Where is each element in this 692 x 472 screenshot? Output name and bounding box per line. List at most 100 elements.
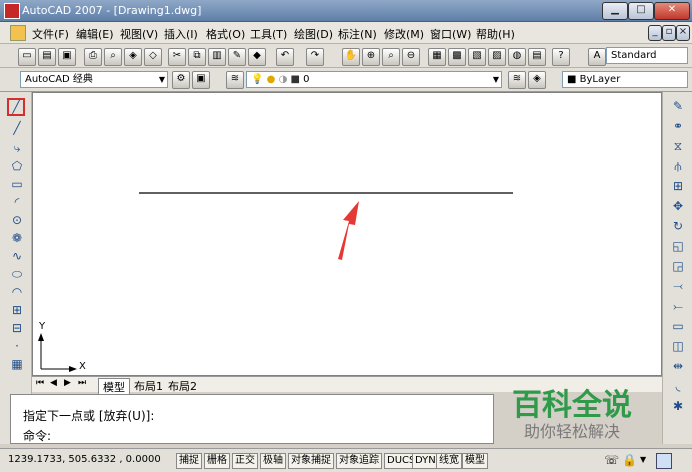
grid-toggle[interactable]: 栅格 [204, 453, 230, 469]
command-window[interactable]: 指定下一点或 [放弃(U)]: 命令: [10, 394, 494, 444]
erase-icon[interactable]: ✎ [669, 98, 687, 114]
tab-nav-prev-icon[interactable]: ◀ [50, 378, 57, 388]
zoom-previous-icon[interactable]: ⊖ [402, 48, 420, 66]
stretch-icon[interactable]: ◲ [669, 258, 687, 274]
menu-format[interactable]: 格式(O) [206, 26, 245, 42]
layer-previous-icon[interactable]: ◈ [528, 71, 546, 89]
point-icon[interactable]: · [8, 338, 26, 354]
extend-icon[interactable]: ⤚ [669, 298, 687, 314]
make-block-icon[interactable]: ⊟ [8, 320, 26, 336]
block-editor-icon[interactable]: ◆ [248, 48, 266, 66]
menu-draw[interactable]: 绘图(D) [294, 26, 333, 42]
clean-screen-icon[interactable] [656, 453, 672, 469]
tab-layout1[interactable]: 布局1 [134, 378, 163, 394]
drawing-canvas[interactable]: Y X [32, 92, 662, 376]
lineweight-toggle[interactable]: 线宽 [436, 453, 462, 469]
open-icon[interactable]: ▤ [38, 48, 56, 66]
maximize-button[interactable]: □ [628, 2, 654, 20]
make-layer-current-icon[interactable]: ≋ [508, 71, 526, 89]
new-icon[interactable]: ▭ [18, 48, 36, 66]
layer-select[interactable]: 💡 ● ◑ ■ 0 ▼ [246, 71, 502, 88]
close-button[interactable]: ✕ [654, 2, 690, 20]
text-style-icon[interactable]: A [588, 48, 606, 66]
paste-icon[interactable]: ▥ [208, 48, 226, 66]
minimize-button[interactable]: ▁ [602, 2, 628, 20]
mirror-icon[interactable]: ⧖ [669, 138, 687, 154]
spline-icon[interactable]: ∿ [8, 248, 26, 264]
tab-layout2[interactable]: 布局2 [168, 378, 197, 394]
doc-restore-button[interactable]: ▫ [662, 25, 676, 41]
help-icon[interactable]: ? [552, 48, 570, 66]
properties-icon[interactable]: ▦ [428, 48, 446, 66]
undo-icon[interactable]: ↶ [276, 48, 294, 66]
ortho-toggle[interactable]: 正交 [232, 453, 258, 469]
design-center-icon[interactable]: ▩ [448, 48, 466, 66]
save-icon[interactable]: ▣ [58, 48, 76, 66]
doc-close-button[interactable]: × [676, 25, 690, 41]
ellipse-arc-icon[interactable]: ◠ [8, 284, 26, 300]
menu-dimension[interactable]: 标注(N) [338, 26, 377, 42]
command-prompt[interactable]: 命令: [23, 427, 51, 444]
menu-modify[interactable]: 修改(M) [384, 26, 424, 42]
workspace-select[interactable]: AutoCAD 经典 ▼ [20, 71, 168, 88]
explode-icon[interactable]: ✱ [669, 398, 687, 414]
array-icon[interactable]: ⊞ [669, 178, 687, 194]
menu-help[interactable]: 帮助(H) [476, 26, 515, 42]
offset-icon[interactable]: ⫛ [669, 158, 687, 174]
cut-icon[interactable]: ✂ [168, 48, 186, 66]
calculator-icon[interactable]: ▤ [528, 48, 546, 66]
preview-icon[interactable]: ⌕ [104, 48, 122, 66]
menu-edit[interactable]: 编辑(E) [76, 26, 114, 42]
tool-palettes-icon[interactable]: ▧ [468, 48, 486, 66]
model-toggle[interactable]: 模型 [462, 453, 488, 469]
zoom-realtime-icon[interactable]: ⊕ [362, 48, 380, 66]
menu-tools[interactable]: 工具(T) [250, 26, 287, 42]
break-icon[interactable]: ▭ [669, 318, 687, 334]
menu-file[interactable]: 文件(F) [32, 26, 69, 42]
sheet-set-icon[interactable]: ▨ [488, 48, 506, 66]
fillet-icon[interactable]: ◟ [669, 378, 687, 394]
print-icon[interactable]: ⎙ [84, 48, 102, 66]
publish-icon[interactable]: ◈ [124, 48, 142, 66]
construction-line-icon[interactable]: ╱ [8, 120, 26, 136]
tab-nav-last-icon[interactable]: ⏭ [78, 378, 86, 388]
zoom-window-icon[interactable]: ⌕ [382, 48, 400, 66]
markup-icon[interactable]: ◍ [508, 48, 526, 66]
hatch-icon[interactable]: ▦ [8, 356, 26, 372]
copy-object-icon[interactable]: ⚭ [669, 118, 687, 134]
otrack-toggle[interactable]: 对象追踪 [336, 453, 382, 469]
redo-icon[interactable]: ↷ [306, 48, 324, 66]
revision-cloud-icon[interactable]: ❁ [8, 230, 26, 246]
insert-block-icon[interactable]: ⊞ [8, 302, 26, 318]
text-style-select[interactable]: Standard [606, 47, 688, 64]
snap-toggle[interactable]: 捕捉 [176, 453, 202, 469]
menu-insert[interactable]: 插入(I) [164, 26, 198, 42]
layer-manager-icon[interactable]: ≋ [226, 71, 244, 89]
plot-icon[interactable]: ◇ [144, 48, 162, 66]
line-tool-icon[interactable]: ╱ [7, 98, 25, 116]
trim-icon[interactable]: ⤙ [669, 278, 687, 294]
polyline-icon[interactable]: ⤷ [8, 140, 26, 156]
communication-icon[interactable]: ☏ [604, 453, 619, 467]
doc-minimize-button[interactable]: _ [648, 25, 662, 41]
scale-icon[interactable]: ◱ [669, 238, 687, 254]
polar-toggle[interactable]: 极轴 [260, 453, 286, 469]
menu-window[interactable]: 窗口(W) [430, 26, 471, 42]
tab-nav-first-icon[interactable]: ⏮ [36, 378, 44, 388]
pan-icon[interactable]: ✋ [342, 48, 360, 66]
menu-view[interactable]: 视图(V) [120, 26, 158, 42]
arc-icon[interactable]: ◜ [8, 194, 26, 210]
rectangle-icon[interactable]: ▭ [8, 176, 26, 192]
lock-icon[interactable]: 🔒 [622, 453, 637, 467]
osnap-toggle[interactable]: 对象捕捉 [288, 453, 334, 469]
tab-nav-next-icon[interactable]: ▶ [64, 378, 71, 388]
status-menu-icon[interactable]: ▼ [640, 455, 646, 464]
circle-icon[interactable]: ⊙ [8, 212, 26, 228]
dyn-toggle[interactable]: DYN [412, 453, 439, 469]
copy-icon[interactable]: ⧉ [188, 48, 206, 66]
workspace-settings-icon[interactable]: ⚙ [172, 71, 190, 89]
ellipse-icon[interactable]: ⬭ [8, 266, 26, 282]
rotate-icon[interactable]: ↻ [669, 218, 687, 234]
match-properties-icon[interactable]: ✎ [228, 48, 246, 66]
color-select[interactable]: ■ ByLayer [562, 71, 688, 88]
